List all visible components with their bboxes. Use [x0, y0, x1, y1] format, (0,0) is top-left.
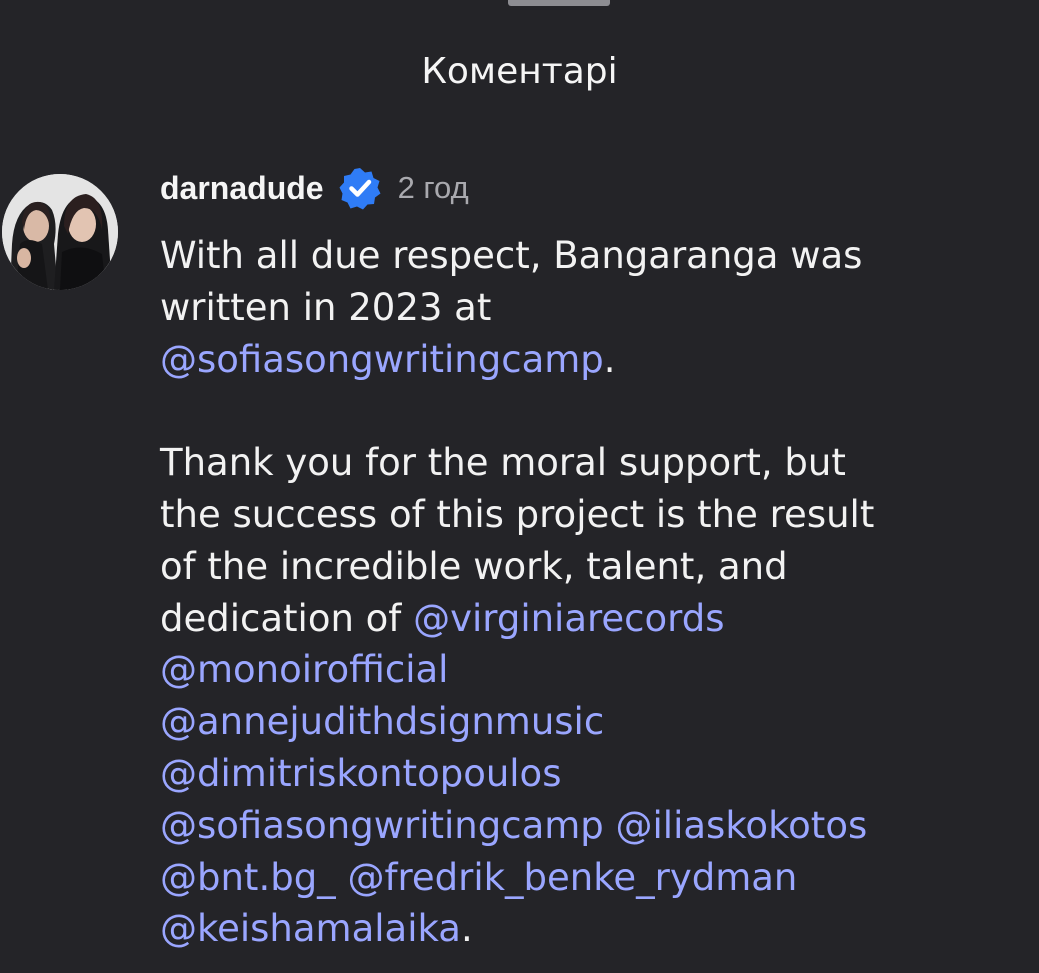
punctuation: .	[460, 907, 473, 951]
mention-link[interactable]: @sofiasongwritingcamp	[160, 804, 604, 847]
comment-line: @annejudithdsignmusic	[160, 696, 1030, 748]
comment-text-segment: written in 2023 at	[160, 285, 492, 329]
mention-link[interactable]: @virginiarecords	[413, 597, 724, 640]
timestamp: 2 год	[397, 170, 469, 205]
verified-badge-icon	[338, 166, 382, 210]
mention-link[interactable]: @monoirofficial	[160, 648, 448, 691]
comment-line: @dimitriskontopoulos	[160, 748, 1030, 800]
comment-line: dedication of @virginiarecords	[160, 593, 1030, 645]
comment-text-segment: Thank you for the moral support, but	[160, 441, 846, 485]
mention-link[interactable]: @iliaskokotos	[616, 804, 868, 847]
mention-link[interactable]: @keishamalaika	[160, 907, 461, 950]
comment-line: @bnt.bg_ @fredrik_benke_rydman	[160, 852, 1030, 904]
mention-link[interactable]: @annejudithdsignmusic	[160, 700, 604, 743]
comment-line: @monoirofficial	[160, 644, 1030, 696]
comment-line: Thank you for the moral support, but	[160, 437, 1030, 489]
mention-link[interactable]: @bnt.bg_	[160, 856, 336, 899]
comment-line: written in 2023 at	[160, 282, 1030, 334]
comment-text-segment: dedication of	[160, 596, 414, 640]
avatar[interactable]	[2, 174, 118, 290]
comment-line: @sofiasongwritingcamp @iliaskokotos	[160, 800, 1030, 852]
comment-line: the success of this project is the resul…	[160, 489, 1030, 541]
mention-link[interactable]: @fredrik_benke_rydman	[347, 856, 797, 899]
mention-link[interactable]: @dimitriskontopoulos	[160, 752, 561, 795]
comment-line: With all due respect, Bangaranga was	[160, 230, 1030, 282]
comment-text-segment: of the incredible work, talent, and	[160, 544, 788, 588]
comment-line: @keishamalaika.	[160, 903, 1030, 955]
mention-link[interactable]: @sofiasongwritingcamp	[160, 338, 604, 381]
username[interactable]: darnadude	[160, 170, 324, 207]
comment-line: @sofiasongwritingcamp.	[160, 334, 1030, 386]
punctuation: .	[603, 337, 616, 381]
comment-text-segment: With all due respect, Bangaranga was	[160, 234, 863, 277]
comment-text: With all due respect, Bangaranga was wri…	[160, 230, 1030, 955]
comment-line: of the incredible work, talent, and	[160, 541, 1030, 593]
drag-handle[interactable]	[508, 0, 610, 6]
comment-text-segment: the success of this project is the resul…	[160, 492, 875, 536]
comment-header: darnadude 2 год	[160, 165, 469, 211]
comments-title: Коментарі	[421, 51, 618, 92]
avatar-photo-icon	[2, 174, 118, 290]
